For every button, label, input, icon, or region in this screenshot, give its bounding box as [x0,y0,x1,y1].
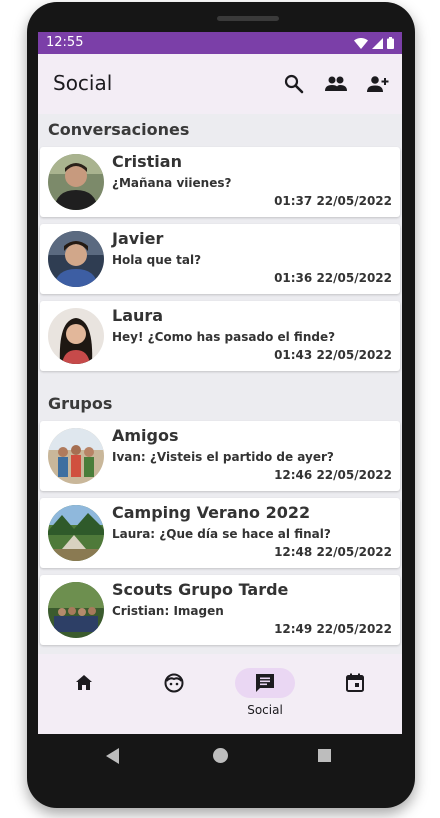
conversation-item-laura[interactable]: Laura Hey! ¿Como has pasado el finde? 01… [40,301,400,371]
face-icon [164,673,184,693]
calendar-icon [346,673,364,692]
avatar [48,505,104,561]
system-navigation-bar [38,734,402,780]
chat-icon [256,674,274,692]
nav-label-social: Social [247,703,283,717]
home-button-icon[interactable] [213,748,228,763]
conversation-list[interactable]: Conversaciones Cristian ¿Mañana viienes?… [38,114,402,654]
avatar [48,308,104,364]
battery-icon [387,37,394,49]
last-message: Hola que tal? [112,253,202,267]
section-header-conversaciones: Conversaciones [48,120,190,139]
signal-icon [372,37,383,49]
message-timestamp: 01:37 22/05/2022 [274,194,392,208]
section-header-grupos: Grupos [48,394,113,413]
bottom-navigation: Social [38,654,402,734]
status-time: 12:55 [46,35,84,50]
last-message: Cristian: Imagen [112,604,224,618]
app-title: Social [53,71,113,95]
group-name: Scouts Grupo Tarde [112,580,289,599]
nav-home[interactable] [54,668,114,716]
home-icon [76,675,92,690]
group-item-amigos[interactable]: Amigos Ivan: ¿Visteis el partido de ayer… [40,421,400,491]
message-timestamp: 12:48 22/05/2022 [274,545,392,559]
nav-social[interactable]: Social [235,668,295,717]
group-item-camping-verano-2022[interactable]: Camping Verano 2022 Laura: ¿Que día se h… [40,498,400,568]
message-timestamp: 01:36 22/05/2022 [274,271,392,285]
people-icon[interactable] [324,72,348,96]
message-timestamp: 12:49 22/05/2022 [274,622,392,636]
conversation-item-cristian[interactable]: Cristian ¿Mañana viienes? 01:37 22/05/20… [40,147,400,217]
nav-calendar[interactable] [325,668,385,716]
group-name: Camping Verano 2022 [112,503,311,522]
back-icon[interactable] [106,748,119,764]
message-timestamp: 12:46 22/05/2022 [274,468,392,482]
avatar [48,231,104,287]
contact-name: Cristian [112,152,182,171]
last-message: ¿Mañana viienes? [112,176,232,190]
search-icon[interactable] [282,72,306,96]
add-person-icon[interactable] [366,72,390,96]
avatar [48,154,104,210]
status-icons [354,37,394,49]
nav-face[interactable] [144,668,204,716]
phone-speaker [217,16,279,21]
avatar [48,428,104,484]
contact-name: Laura [112,306,164,325]
app-bar: Social [38,54,402,114]
message-timestamp: 01:43 22/05/2022 [274,348,392,362]
app-screen: 12:55 Social Conversaciones Cristian ¿Ma… [38,32,402,734]
group-item-scouts-grupo-tarde[interactable]: Scouts Grupo Tarde Cristian: Imagen 12:4… [40,575,400,645]
app-bar-actions [282,72,390,96]
recents-icon[interactable] [318,749,331,762]
avatar [48,582,104,638]
group-name: Amigos [112,426,179,445]
last-message: Ivan: ¿Visteis el partido de ayer? [112,450,334,464]
status-bar: 12:55 [38,32,402,54]
last-message: Laura: ¿Que día se hace al final? [112,527,331,541]
last-message: Hey! ¿Como has pasado el finde? [112,330,336,344]
contact-name: Javier [112,229,164,248]
wifi-icon [354,37,368,49]
conversation-item-javier[interactable]: Javier Hola que tal? 01:36 22/05/2022 [40,224,400,294]
